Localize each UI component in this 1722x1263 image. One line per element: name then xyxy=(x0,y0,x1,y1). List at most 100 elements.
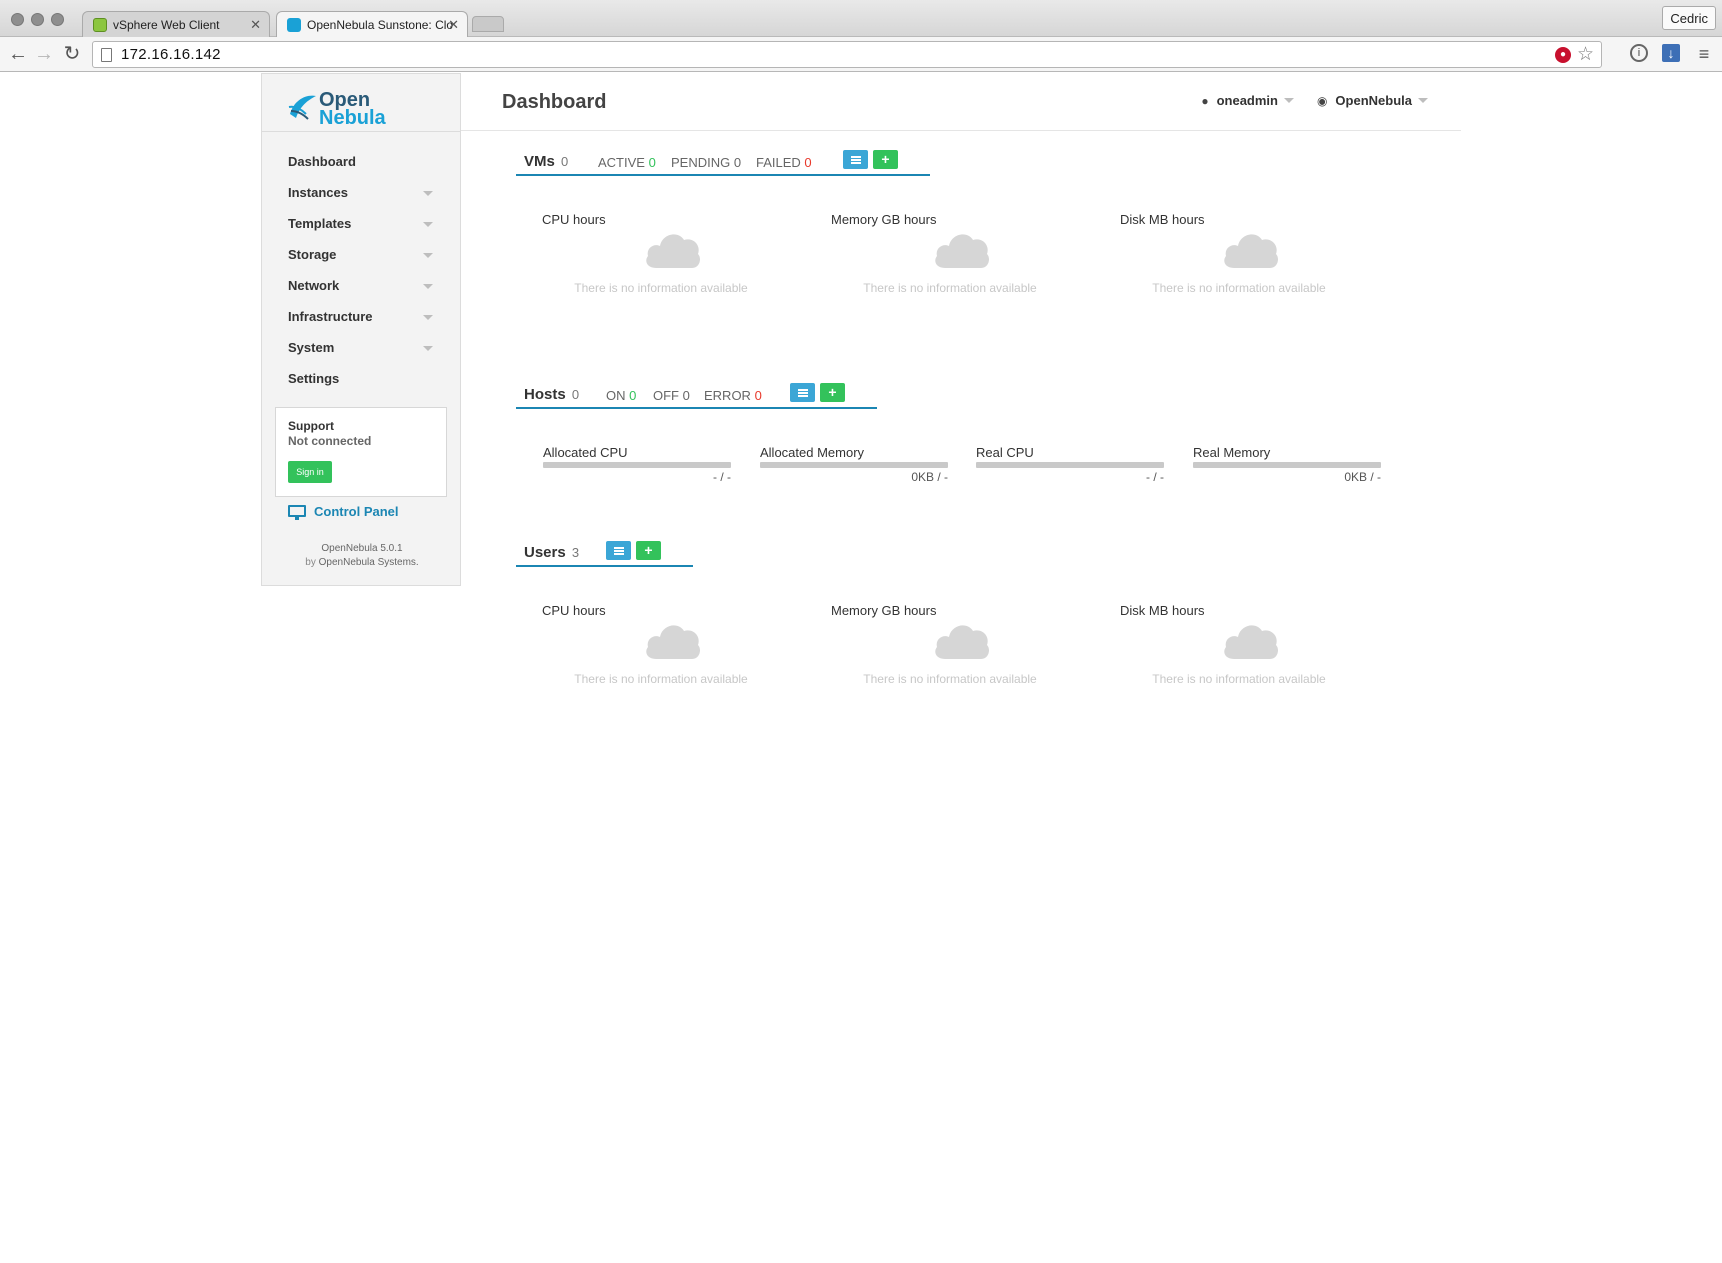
hosts-on-stat: ON 0 xyxy=(606,388,636,403)
allocated-cpu-bar: Allocated CPU - / - xyxy=(543,445,733,485)
stat-label: PENDING xyxy=(671,155,731,170)
users-disk-hours-widget: Disk MB hours There is no information av… xyxy=(1094,603,1374,693)
sidebar-item-dashboard[interactable]: Dashboard xyxy=(262,146,460,177)
stat-value: 0 xyxy=(804,155,812,170)
bar-value: - / - xyxy=(1146,470,1164,484)
widget-label: Memory GB hours xyxy=(831,603,937,618)
progress-track xyxy=(1193,462,1381,468)
caret-down-icon xyxy=(423,284,433,289)
progress-track xyxy=(543,462,731,468)
bookmark-star-icon[interactable]: ☆ xyxy=(1577,43,1594,66)
reload-icon[interactable]: ↻ xyxy=(60,42,84,66)
sign-in-button[interactable]: Sign in xyxy=(288,461,332,483)
vms-failed-stat: FAILED 0 xyxy=(756,155,812,170)
cloud-icon xyxy=(1224,234,1278,268)
tab-close-icon[interactable]: ✕ xyxy=(448,17,459,33)
empty-message: There is no information available xyxy=(574,281,748,295)
empty-message: There is no information available xyxy=(574,672,748,686)
real-cpu-bar: Real CPU - / - xyxy=(976,445,1166,485)
support-title: Support xyxy=(288,419,334,433)
browser-tab-vsphere[interactable]: vSphere Web Client ✕ xyxy=(82,11,270,37)
stat-value: 0 xyxy=(754,388,762,403)
back-arrow-icon[interactable]: ← xyxy=(6,42,30,66)
widget-label: CPU hours xyxy=(542,212,606,227)
hosts-title[interactable]: Hosts 0 xyxy=(524,386,579,403)
sidebar-menu: Dashboard Instances Templates Storage Ne… xyxy=(262,132,460,394)
sidebar-item-settings[interactable]: Settings xyxy=(262,363,460,394)
caret-down-icon xyxy=(423,191,433,196)
user-menu[interactable]: ● oneadmin xyxy=(1201,93,1294,108)
profile-button[interactable]: Cedric xyxy=(1662,6,1716,30)
users-list-button[interactable] xyxy=(606,541,631,560)
logo-text-nebula: Nebula xyxy=(319,107,386,129)
tab-label: OpenNebula Sunstone: Clo xyxy=(307,18,454,32)
caret-down-icon xyxy=(423,346,433,351)
vms-pending-stat: PENDING 0 xyxy=(671,155,741,170)
forward-arrow-icon[interactable]: → xyxy=(32,42,56,66)
vms-disk-hours-widget: Disk MB hours There is no information av… xyxy=(1094,212,1374,302)
sidebar-item-label: System xyxy=(288,340,335,355)
list-icon xyxy=(851,156,861,164)
blocker-extension-icon[interactable]: ● xyxy=(1555,47,1571,63)
vms-add-button[interactable]: + xyxy=(873,150,898,169)
stat-label: ERROR xyxy=(704,388,751,403)
password-manager-icon[interactable]: i xyxy=(1630,44,1648,62)
hosts-list-button[interactable] xyxy=(790,383,815,402)
content-header: Dashboard ● oneadmin ◉ OpenNebula xyxy=(461,73,1461,131)
hosts-add-button[interactable]: + xyxy=(820,383,845,402)
address-bar[interactable]: 172.16.16.142 ● ☆ xyxy=(92,41,1602,68)
bar-label: Real Memory xyxy=(1193,445,1271,460)
sidebar: Open Nebula Dashboard Instances Template… xyxy=(261,73,461,586)
hosts-section-header: Hosts 0 ON 0 OFF 0 ERROR 0 + xyxy=(516,383,877,409)
sidebar-item-infrastructure[interactable]: Infrastructure xyxy=(262,301,460,332)
sidebar-item-storage[interactable]: Storage xyxy=(262,239,460,270)
sidebar-item-instances[interactable]: Instances xyxy=(262,177,460,208)
real-memory-bar: Real Memory 0KB / - xyxy=(1193,445,1383,485)
window-close-button[interactable] xyxy=(11,13,24,26)
opennebula-logo[interactable]: Open Nebula xyxy=(262,74,460,132)
download-extension-icon[interactable]: ↓ xyxy=(1662,44,1680,62)
vendor-link[interactable]: OpenNebula Systems. xyxy=(319,557,419,568)
hosts-title-text: Hosts xyxy=(524,386,566,403)
stat-label: OFF xyxy=(653,388,679,403)
browser-tab-opennebula[interactable]: OpenNebula Sunstone: Clo ✕ xyxy=(276,11,468,38)
zone-menu[interactable]: ◉ OpenNebula xyxy=(1317,93,1428,108)
users-memory-hours-widget: Memory GB hours There is no information … xyxy=(805,603,1085,693)
vms-memory-hours-widget: Memory GB hours There is no information … xyxy=(805,212,1085,302)
users-add-button[interactable]: + xyxy=(636,541,661,560)
opennebula-logo-icon xyxy=(288,95,316,120)
window-minimize-button[interactable] xyxy=(31,13,44,26)
widget-label: CPU hours xyxy=(542,603,606,618)
user-name: oneadmin xyxy=(1216,93,1278,108)
window-zoom-button[interactable] xyxy=(51,13,64,26)
widget-label: Disk MB hours xyxy=(1120,212,1205,227)
tab-close-icon[interactable]: ✕ xyxy=(250,17,261,33)
vms-title-text: VMs xyxy=(524,153,555,170)
list-icon xyxy=(798,389,808,397)
bar-label: Allocated Memory xyxy=(760,445,865,460)
browser-menu-icon[interactable]: ≡ xyxy=(1694,44,1714,64)
sidebar-item-label: Infrastructure xyxy=(288,309,373,324)
list-icon xyxy=(614,547,624,555)
hosts-error-stat: ERROR 0 xyxy=(704,388,762,403)
new-tab-button[interactable] xyxy=(472,16,504,32)
sidebar-item-label: Templates xyxy=(288,216,352,231)
browser-toolbar: ← → ↻ 172.16.16.142 ● ☆ i ↓ ≡ xyxy=(0,37,1722,72)
stat-label: ACTIVE xyxy=(598,155,645,170)
zone-name: OpenNebula xyxy=(1335,93,1412,108)
caret-down-icon xyxy=(1284,98,1294,103)
vms-title[interactable]: VMs 0 xyxy=(524,153,568,170)
empty-message: There is no information available xyxy=(863,281,1037,295)
control-panel-link[interactable]: Control Panel xyxy=(288,504,399,520)
vms-list-button[interactable] xyxy=(843,150,868,169)
sidebar-item-network[interactable]: Network xyxy=(262,270,460,301)
opennebula-favicon-icon xyxy=(287,18,301,32)
sidebar-item-system[interactable]: System xyxy=(262,332,460,363)
bar-label: Real CPU xyxy=(976,445,1034,460)
support-status: Not connected xyxy=(288,434,372,448)
sidebar-item-label: Settings xyxy=(288,371,340,386)
users-title[interactable]: Users 3 xyxy=(524,544,579,561)
caret-down-icon xyxy=(423,315,433,320)
stat-value: 0 xyxy=(629,388,637,403)
sidebar-item-templates[interactable]: Templates xyxy=(262,208,460,239)
